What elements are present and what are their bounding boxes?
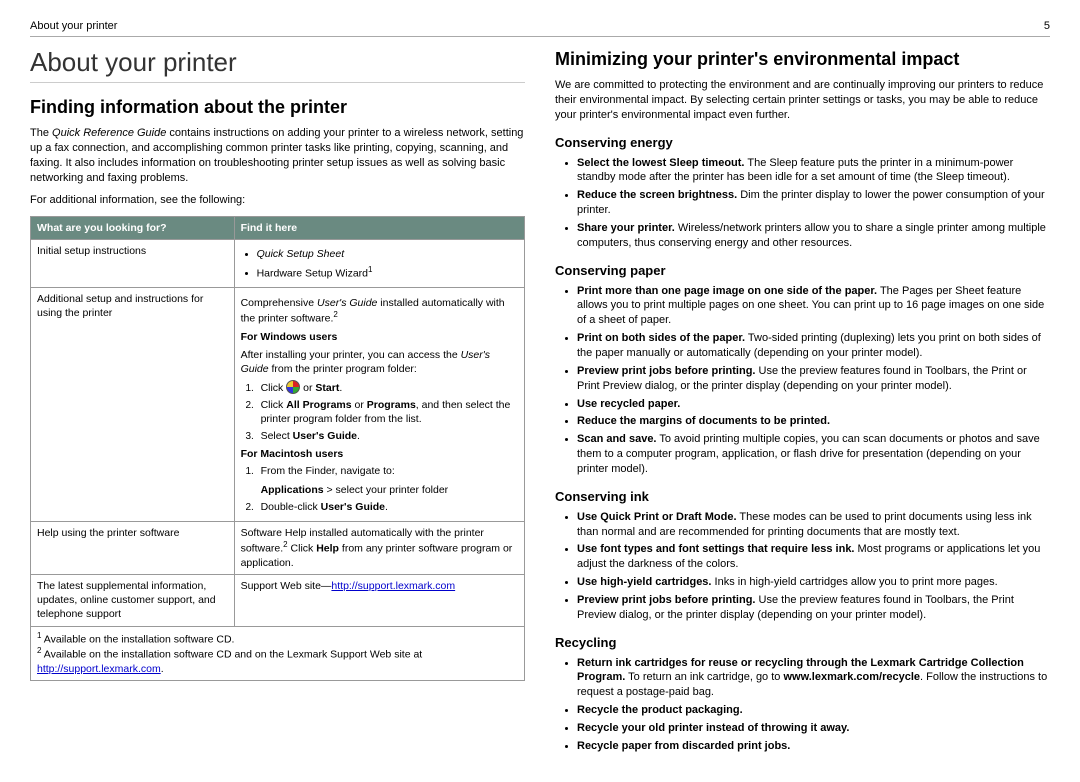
list-item: Double-click User's Guide. — [257, 500, 518, 514]
cell-latest-info: The latest supplemental information, upd… — [31, 574, 235, 626]
list-item: Hardware Setup Wizard1 — [257, 265, 518, 281]
info-table: What are you looking for? Find it here I… — [30, 216, 525, 681]
recycle-link-text: www.lexmark.com/recycle — [783, 671, 920, 683]
section-environmental: Minimizing your printer's environmental … — [555, 49, 1050, 70]
cell-help: Help using the printer software — [31, 521, 235, 574]
list-item: Use recycled paper. — [577, 397, 1050, 412]
table-row: The latest supplemental information, upd… — [31, 574, 525, 626]
list-item: Recycle your old printer instead of thro… — [577, 721, 1050, 736]
section-finding-info: Finding information about the printer — [30, 97, 525, 118]
list-item: Click All Programs or Programs, and then… — [257, 398, 518, 426]
support-link-2[interactable]: http://support.lexmark.com — [37, 663, 161, 675]
windows-users-heading: For Windows users — [241, 330, 518, 344]
list-item: Use font types and font settings that re… — [577, 542, 1050, 572]
page-number: 5 — [1044, 20, 1050, 32]
list-item: Recycle paper from discarded print jobs. — [577, 739, 1050, 754]
two-column-layout: About your printer Finding information a… — [30, 43, 1050, 762]
mac-users-heading: For Macintosh users — [241, 447, 518, 461]
table-row: Initial setup instructions Quick Setup S… — [31, 240, 525, 288]
page-title: About your printer — [30, 47, 525, 83]
cell-additional-setup: Additional setup and instructions for us… — [31, 288, 235, 522]
see-following: For additional information, see the foll… — [30, 193, 525, 208]
list-item: Click or Start. — [257, 380, 518, 395]
list-item: Use high-yield cartridges. Inks in high-… — [577, 575, 1050, 590]
list-item: Return ink cartridges for reuse or recyc… — [577, 656, 1050, 701]
list-item: Preview print jobs before printing. Use … — [577, 364, 1050, 394]
table-row: Help using the printer software Software… — [31, 521, 525, 574]
right-column: Minimizing your printer's environmental … — [555, 43, 1050, 762]
list-item: Preview print jobs before printing. Use … — [577, 593, 1050, 623]
guide-name: Quick Reference Guide — [52, 127, 166, 139]
list-item: From the Finder, navigate to: Applicatio… — [257, 464, 518, 496]
list-item: Use Quick Print or Draft Mode. These mod… — [577, 510, 1050, 540]
th-looking-for: What are you looking for? — [31, 217, 235, 240]
list-item: Print more than one page image on one si… — [577, 284, 1050, 329]
list-item: Select the lowest Sleep timeout. The Sle… — [577, 156, 1050, 186]
th-find-it: Find it here — [234, 217, 524, 240]
windows-icon — [286, 380, 300, 394]
intro-paragraph: The Quick Reference Guide contains instr… — [30, 126, 525, 185]
heading-recycling: Recycling — [555, 635, 1050, 650]
env-intro: We are committed to protecting the envir… — [555, 78, 1050, 123]
page-header: About your printer 5 — [30, 20, 1050, 37]
list-item: Print on both sides of the paper. Two-si… — [577, 331, 1050, 361]
list-item: Quick Setup Sheet — [257, 247, 518, 261]
table-row-footnotes: 1 Available on the installation software… — [31, 626, 525, 681]
list-item: Select User's Guide. — [257, 429, 518, 443]
list-item: Share your printer. Wireless/network pri… — [577, 221, 1050, 251]
heading-ink: Conserving ink — [555, 489, 1050, 504]
table-row: Additional setup and instructions for us… — [31, 288, 525, 522]
support-link[interactable]: http://support.lexmark.com — [331, 580, 455, 592]
cell-initial-setup: Initial setup instructions — [31, 240, 235, 288]
list-item: Reduce the margins of documents to be pr… — [577, 414, 1050, 429]
list-item: Recycle the product packaging. — [577, 703, 1050, 718]
list-item: Reduce the screen brightness. Dim the pr… — [577, 188, 1050, 218]
list-item: Scan and save. To avoid printing multipl… — [577, 432, 1050, 477]
heading-paper: Conserving paper — [555, 263, 1050, 278]
heading-energy: Conserving energy — [555, 135, 1050, 150]
header-left: About your printer — [30, 20, 117, 32]
left-column: About your printer Finding information a… — [30, 43, 525, 762]
